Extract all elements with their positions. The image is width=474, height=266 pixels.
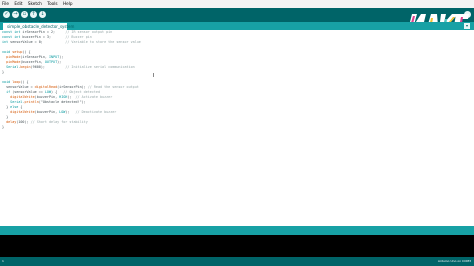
text-cursor bbox=[153, 73, 154, 77]
menu-bar: File Edit Sketch Tools Help bbox=[0, 0, 474, 8]
chevron-down-icon: ▾ bbox=[465, 23, 468, 28]
save-arrow-down-icon: ↓ bbox=[40, 11, 45, 17]
code-line: } bbox=[2, 125, 5, 129]
new-button[interactable]: ▫ bbox=[21, 11, 28, 18]
open-button[interactable]: ↑ bbox=[30, 11, 37, 18]
menu-tools[interactable]: Tools bbox=[45, 0, 59, 8]
menu-file[interactable]: File bbox=[0, 0, 11, 8]
tab-bar: simple_obstacle_detector_system ▾ bbox=[0, 22, 474, 30]
verify-button[interactable]: ✓ bbox=[3, 11, 10, 18]
menu-help[interactable]: Help bbox=[61, 0, 75, 8]
tab-sketch[interactable]: simple_obstacle_detector_system bbox=[3, 23, 74, 30]
code-line: Serial.begin(9600); // Initialize serial… bbox=[6, 65, 135, 69]
line-number: 1 bbox=[2, 259, 4, 263]
code-line: int sensorValue = 0; // Variable to stor… bbox=[2, 40, 141, 44]
code-line: delay(100); // Short delay for stability bbox=[6, 120, 88, 124]
code-line: digitalWrite(buzzerPin, LOW); // Deactiv… bbox=[10, 110, 117, 114]
open-arrow-up-icon: ↑ bbox=[31, 11, 36, 17]
toolbar: ✓ → ▫ ↑ ↓ bbox=[0, 8, 474, 25]
menu-sketch[interactable]: Sketch bbox=[26, 0, 44, 8]
tab-menu-button[interactable]: ▾ bbox=[464, 23, 470, 29]
code-editor[interactable]: const int irSensorPin = 2; // IR sensor … bbox=[0, 30, 474, 226]
menu-edit[interactable]: Edit bbox=[12, 0, 24, 8]
save-button[interactable]: ↓ bbox=[39, 11, 46, 18]
arrow-right-icon: → bbox=[13, 11, 18, 17]
console-output[interactable] bbox=[0, 235, 474, 257]
status-bar bbox=[0, 226, 474, 235]
new-file-icon: ▫ bbox=[22, 11, 27, 17]
upload-button[interactable]: → bbox=[12, 11, 19, 18]
code-line: } bbox=[2, 70, 5, 74]
checkmark-icon: ✓ bbox=[4, 11, 9, 17]
board-port-info: Arduino Uno on COM3 bbox=[437, 259, 471, 263]
bottom-status-bar: 1 Arduino Uno on COM3 bbox=[0, 257, 474, 266]
